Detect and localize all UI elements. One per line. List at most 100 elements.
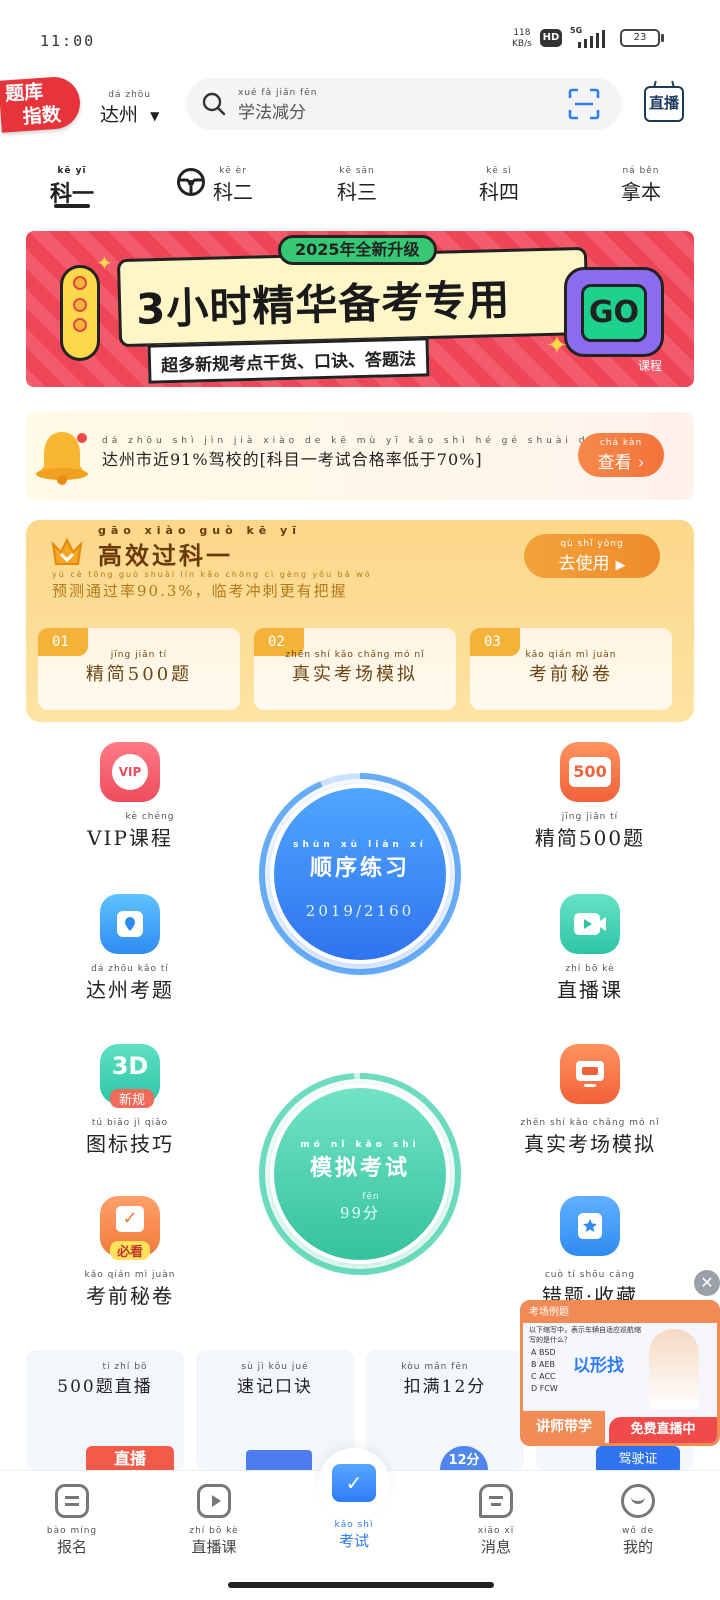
course-banner[interactable]: 2025年全新升级 3小时精华备考专用 超多新规考点干货、口诀、答题法 GO 课… <box>26 231 694 387</box>
promo-sub-pinyin: yù cè tōng guò shuài lín kǎo chōng cì gè… <box>52 570 372 579</box>
promo-subtitle: yù cè tōng guò shuài lín kǎo chōng cì gè… <box>52 570 372 601</box>
logo-line-2: 指数 <box>22 103 62 129</box>
upgrade-badge: 2025年全新升级 <box>278 235 437 265</box>
tab-label: 科二 <box>213 180 253 204</box>
tab-label: 拿本 <box>621 180 661 204</box>
card-pinyin: tí zhí bō <box>102 1362 148 1372</box>
grid-item-local-questions[interactable]: dá zhōu kǎo tí 达州考题 <box>50 894 210 1003</box>
nav-label: 我的 <box>622 1538 653 1556</box>
city-pinyin: dá zhōu <box>108 90 152 100</box>
feature-card-500[interactable]: 01 jīng jiǎn tí 精简500题 <box>38 628 240 710</box>
grid-item-500-questions[interactable]: 500 jīng jiǎn tí 精简500题 <box>510 742 670 851</box>
nav-profile[interactable]: wǒ de 我的 <box>598 1484 678 1557</box>
grid-pinyin: zhēn shí kǎo chǎng mó nǐ <box>520 1118 660 1128</box>
tab-subject-one[interactable]: kē yī 科一 <box>44 166 100 208</box>
search-bar[interactable]: xué fǎ jiǎn fēn 学法减分 <box>186 78 622 130</box>
speed-value: 118 <box>513 28 531 38</box>
500-icon-text: 500 <box>569 757 611 787</box>
feature-label: 考前秘卷 <box>529 664 613 685</box>
scan-icon[interactable] <box>568 88 600 124</box>
exam-score: fēn 99分 <box>258 1192 462 1223</box>
license-art-label: 驾驶证 <box>618 1452 658 1467</box>
notice-text: 达州市近91%驾校的[科目一考试合格率低于70%] <box>102 450 483 469</box>
sparkle-icon: ✦ <box>96 251 113 275</box>
presenter-image <box>649 1329 699 1409</box>
grid-label: 考前秘卷 <box>86 1284 174 1308</box>
question-bank-logo[interactable]: 题库 指数 <box>0 75 82 133</box>
feature-pinyin: kǎo qián mì juàn <box>525 650 617 660</box>
feature-card-simulation[interactable]: 02 zhēn shí kǎo chǎng mó nǐ 真实考场模拟 <box>254 628 456 710</box>
course-tag: 课程 <box>638 359 663 373</box>
signup-icon <box>55 1484 89 1518</box>
live-label: 直播 <box>648 94 679 112</box>
tab-label: 科四 <box>479 180 519 204</box>
grid-item-vip-course[interactable]: VIP kè chéng VIP课程 <box>50 742 210 851</box>
video-headline: 以形找 <box>573 1356 624 1376</box>
nav-pinyin: bào míng <box>46 1526 98 1536</box>
steering-wheel-icon <box>176 167 206 201</box>
tab-subject-four[interactable]: kē sì 科四 <box>472 166 526 205</box>
view-pinyin: chá kàn <box>599 438 643 448</box>
nav-exam[interactable]: ✓ kǎo shì 考试 <box>314 1448 394 1551</box>
use-now-pinyin: qù shǐ yòng <box>560 539 624 549</box>
grid-item-sign-tips[interactable]: 3D 新规 tú biāo jì qiǎo 图标技巧 <box>50 1044 210 1157</box>
tab-pinyin: ná běn <box>622 166 660 176</box>
tab-label: 科三 <box>337 180 377 204</box>
chevron-right-icon: › <box>637 453 645 473</box>
practice-label: 顺序练习 <box>309 855 410 881</box>
live-button[interactable]: 直播 <box>644 86 684 122</box>
tab-subject-three[interactable]: kē sān 科三 <box>330 166 384 205</box>
video-top-label: 考场例题 <box>523 1303 717 1323</box>
grid-item-secret-paper[interactable]: ✓ 必看 kǎo qián mì juàn 考前秘卷 <box>50 1196 210 1309</box>
sparkle-icon: ✦ <box>546 331 568 361</box>
tab-get-license[interactable]: ná běn 拿本 <box>614 166 668 205</box>
use-now-button[interactable]: qù shǐ yòng 去使用 ▶ <box>524 534 660 578</box>
nav-pinyin: zhí bō kè <box>189 1526 239 1536</box>
tab-subject-two[interactable]: kē èr 科二 <box>206 166 260 205</box>
grid-label: 图标技巧 <box>86 1132 174 1156</box>
grid-pinyin: kè chéng <box>125 812 175 822</box>
location-icon <box>100 894 160 954</box>
go-button[interactable]: GO <box>564 267 664 357</box>
grid-label: VIP课程 <box>87 826 173 850</box>
grid-pinyin: kǎo qián mì juàn <box>84 1270 176 1280</box>
nav-label: 考试 <box>338 1532 369 1550</box>
card-500-live[interactable]: tí zhí bō 500题直播 直播 <box>26 1350 184 1472</box>
floating-live-video[interactable]: 考场例题 以下缩写中，表示车辆自适应巡航缩写的是什么？ A BSD B AEB … <box>520 1300 720 1446</box>
promo-title: gāo xiào guò kē yī 高效过科一 <box>98 525 301 571</box>
city-name: 达州 <box>100 104 139 126</box>
bell-icon <box>32 426 96 490</box>
grid-pinyin: cuò tí shōu cáng <box>544 1270 636 1280</box>
free-live-tag: 免费直播中 <box>609 1417 717 1443</box>
search-icon <box>202 92 226 120</box>
banner-subline: 超多新规考点干货、口诀、答题法 <box>147 337 430 384</box>
efficient-pass-promo[interactable]: gāo xiào guò kē yī 高效过科一 yù cè tōng guò … <box>26 520 694 722</box>
view-button[interactable]: chá kàn 查看 › <box>578 433 664 477</box>
nav-signup[interactable]: bào míng 报名 <box>32 1484 112 1557</box>
score-pinyin: fēn <box>362 1192 380 1202</box>
feature-card-secret-paper[interactable]: 03 kǎo qián mì juàn 考前秘卷 <box>470 628 672 710</box>
pass-rate-notice[interactable]: dá zhōu shì jìn jià xiào de kē mù yī kǎo… <box>26 412 694 500</box>
practice-title: shùn xù liàn xí 顺序练习 <box>258 840 462 882</box>
nav-live-class[interactable]: zhí bō kè 直播课 <box>174 1484 254 1557</box>
nav-messages[interactable]: xiāo xī 消息 <box>456 1484 536 1557</box>
grid-item-mistakes-favorites[interactable]: cuò tí shōu cáng 错题·收藏 <box>510 1196 670 1309</box>
nav-pinyin: wǒ de <box>622 1526 654 1536</box>
hd-badge: HD <box>540 29 562 47</box>
home-indicator <box>228 1582 494 1588</box>
close-icon[interactable]: ✕ <box>694 1270 720 1296</box>
grid-label: 精简500题 <box>534 826 646 850</box>
city-selector[interactable]: dá zhōu 达州 ▼ <box>100 90 159 127</box>
must-see-tag: 必看 <box>110 1241 150 1260</box>
grid-item-live-class[interactable]: zhí bō kè 直播课 <box>510 894 670 1003</box>
message-icon <box>479 1484 513 1518</box>
profile-icon <box>621 1484 655 1518</box>
nav-label: 直播课 <box>191 1538 237 1556</box>
sequential-practice-button[interactable]: shùn xù liàn xí 顺序练习 2019/2160 <box>258 772 462 976</box>
mock-exam-button[interactable]: mó nǐ kǎo shì 模拟考试 fēn 99分 <box>258 1072 462 1276</box>
battery-icon: 23 <box>620 29 660 47</box>
video-icon <box>560 894 620 954</box>
video-option: B AEB <box>531 1360 556 1369</box>
grid-item-exam-simulation[interactable]: zhēn shí kǎo chǎng mó nǐ 真实考场模拟 <box>510 1044 670 1157</box>
tv-antenna-icon <box>652 80 676 88</box>
